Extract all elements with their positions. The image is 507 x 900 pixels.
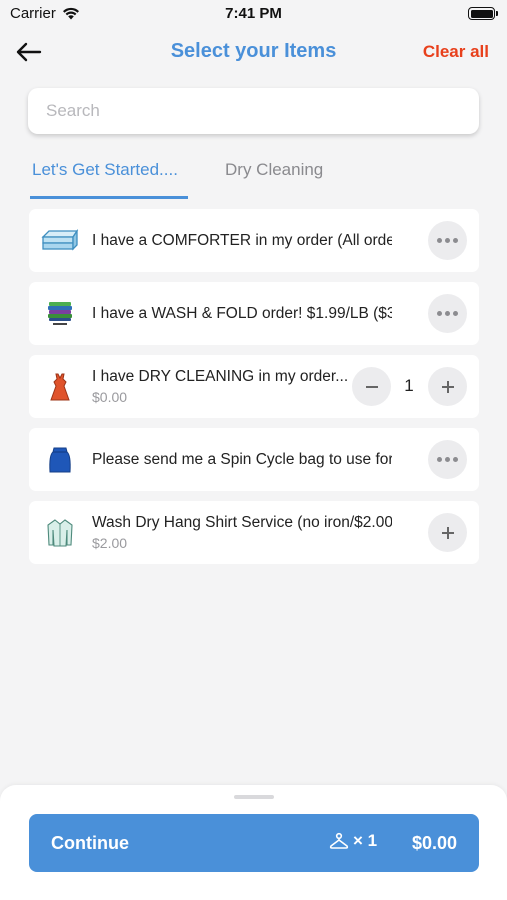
item-text: Please send me a Spin Cycle bag to use f… <box>92 428 392 491</box>
search-input[interactable] <box>28 88 479 134</box>
more-horizontal-icon <box>437 457 458 462</box>
item-name: I have a WASH & FOLD order! $1.99/LB ($3… <box>92 304 392 322</box>
shirt-icon <box>41 517 79 549</box>
tab-lets-get-started[interactable]: Let's Get Started.... <box>32 160 178 180</box>
item-text: Wash Dry Hang Shirt Service (no iron/$2.… <box>92 501 392 564</box>
search-box <box>28 88 479 134</box>
tab-dry-cleaning[interactable]: Dry Cleaning <box>225 160 323 180</box>
item-text: I have a WASH & FOLD order! $1.99/LB ($3… <box>92 282 392 345</box>
dress-icon <box>41 371 79 403</box>
continue-button[interactable]: Continue × 1 $0.00 <box>29 814 479 872</box>
status-bar: Carrier 7:41 PM <box>0 0 507 30</box>
hanger-icon <box>329 832 349 849</box>
continue-label: Continue <box>51 833 129 853</box>
quantity-value: 1 <box>404 376 414 395</box>
add-item-button[interactable] <box>428 513 467 552</box>
item-name: I have a COMFORTER in my order (All orde… <box>92 231 392 249</box>
order-total: $0.00 <box>411 833 457 853</box>
status-time: 7:41 PM <box>225 5 282 22</box>
item-name: Wash Dry Hang Shirt Service (no iron/$2.… <box>92 514 392 531</box>
item-name: Please send me a Spin Cycle bag to use f… <box>92 450 392 468</box>
minus-icon <box>365 385 378 388</box>
decrease-quantity-button[interactable] <box>352 367 391 406</box>
item-count: × 1 <box>329 831 377 851</box>
item-text: I have a COMFORTER in my order (All orde… <box>92 209 392 272</box>
plus-icon <box>441 380 454 393</box>
list-item-spin-cycle-bag[interactable]: Please send me a Spin Cycle bag to use f… <box>29 428 479 491</box>
item-text: I have DRY CLEANING in my order... $0.00 <box>92 355 357 418</box>
battery-icon <box>468 7 498 20</box>
laundry-bag-icon <box>41 444 79 476</box>
more-horizontal-icon <box>437 238 458 243</box>
list-item-comforter[interactable]: I have a COMFORTER in my order (All orde… <box>29 209 479 272</box>
active-tab-indicator <box>30 196 188 199</box>
list-item-dry-cleaning[interactable]: I have DRY CLEANING in my order... $0.00… <box>29 355 479 418</box>
more-options-button[interactable] <box>428 294 467 333</box>
item-price: $2.00 <box>92 535 128 551</box>
more-options-button[interactable] <box>428 440 467 479</box>
increase-quantity-button[interactable] <box>428 367 467 406</box>
bottom-sheet: Continue × 1 $0.00 <box>0 785 507 900</box>
list-item-shirt-service[interactable]: Wash Dry Hang Shirt Service (no iron/$2.… <box>29 501 479 564</box>
more-horizontal-icon <box>437 311 458 316</box>
item-price: $0.00 <box>92 389 128 405</box>
item-name: I have DRY CLEANING in my order... <box>92 368 349 385</box>
more-options-button[interactable] <box>428 221 467 260</box>
nav-header: Select your Items Clear all <box>0 30 507 74</box>
clear-all-button[interactable]: Clear all <box>423 42 489 62</box>
category-tabs: Let's Get Started.... Dry Cleaning <box>30 156 480 200</box>
comforter-icon <box>41 225 79 257</box>
folded-clothes-icon <box>41 298 79 330</box>
plus-icon <box>441 526 454 539</box>
item-count-value: × 1 <box>353 831 378 850</box>
list-item-wash-fold[interactable]: I have a WASH & FOLD order! $1.99/LB ($3… <box>29 282 479 345</box>
sheet-drag-handle[interactable] <box>234 795 274 799</box>
